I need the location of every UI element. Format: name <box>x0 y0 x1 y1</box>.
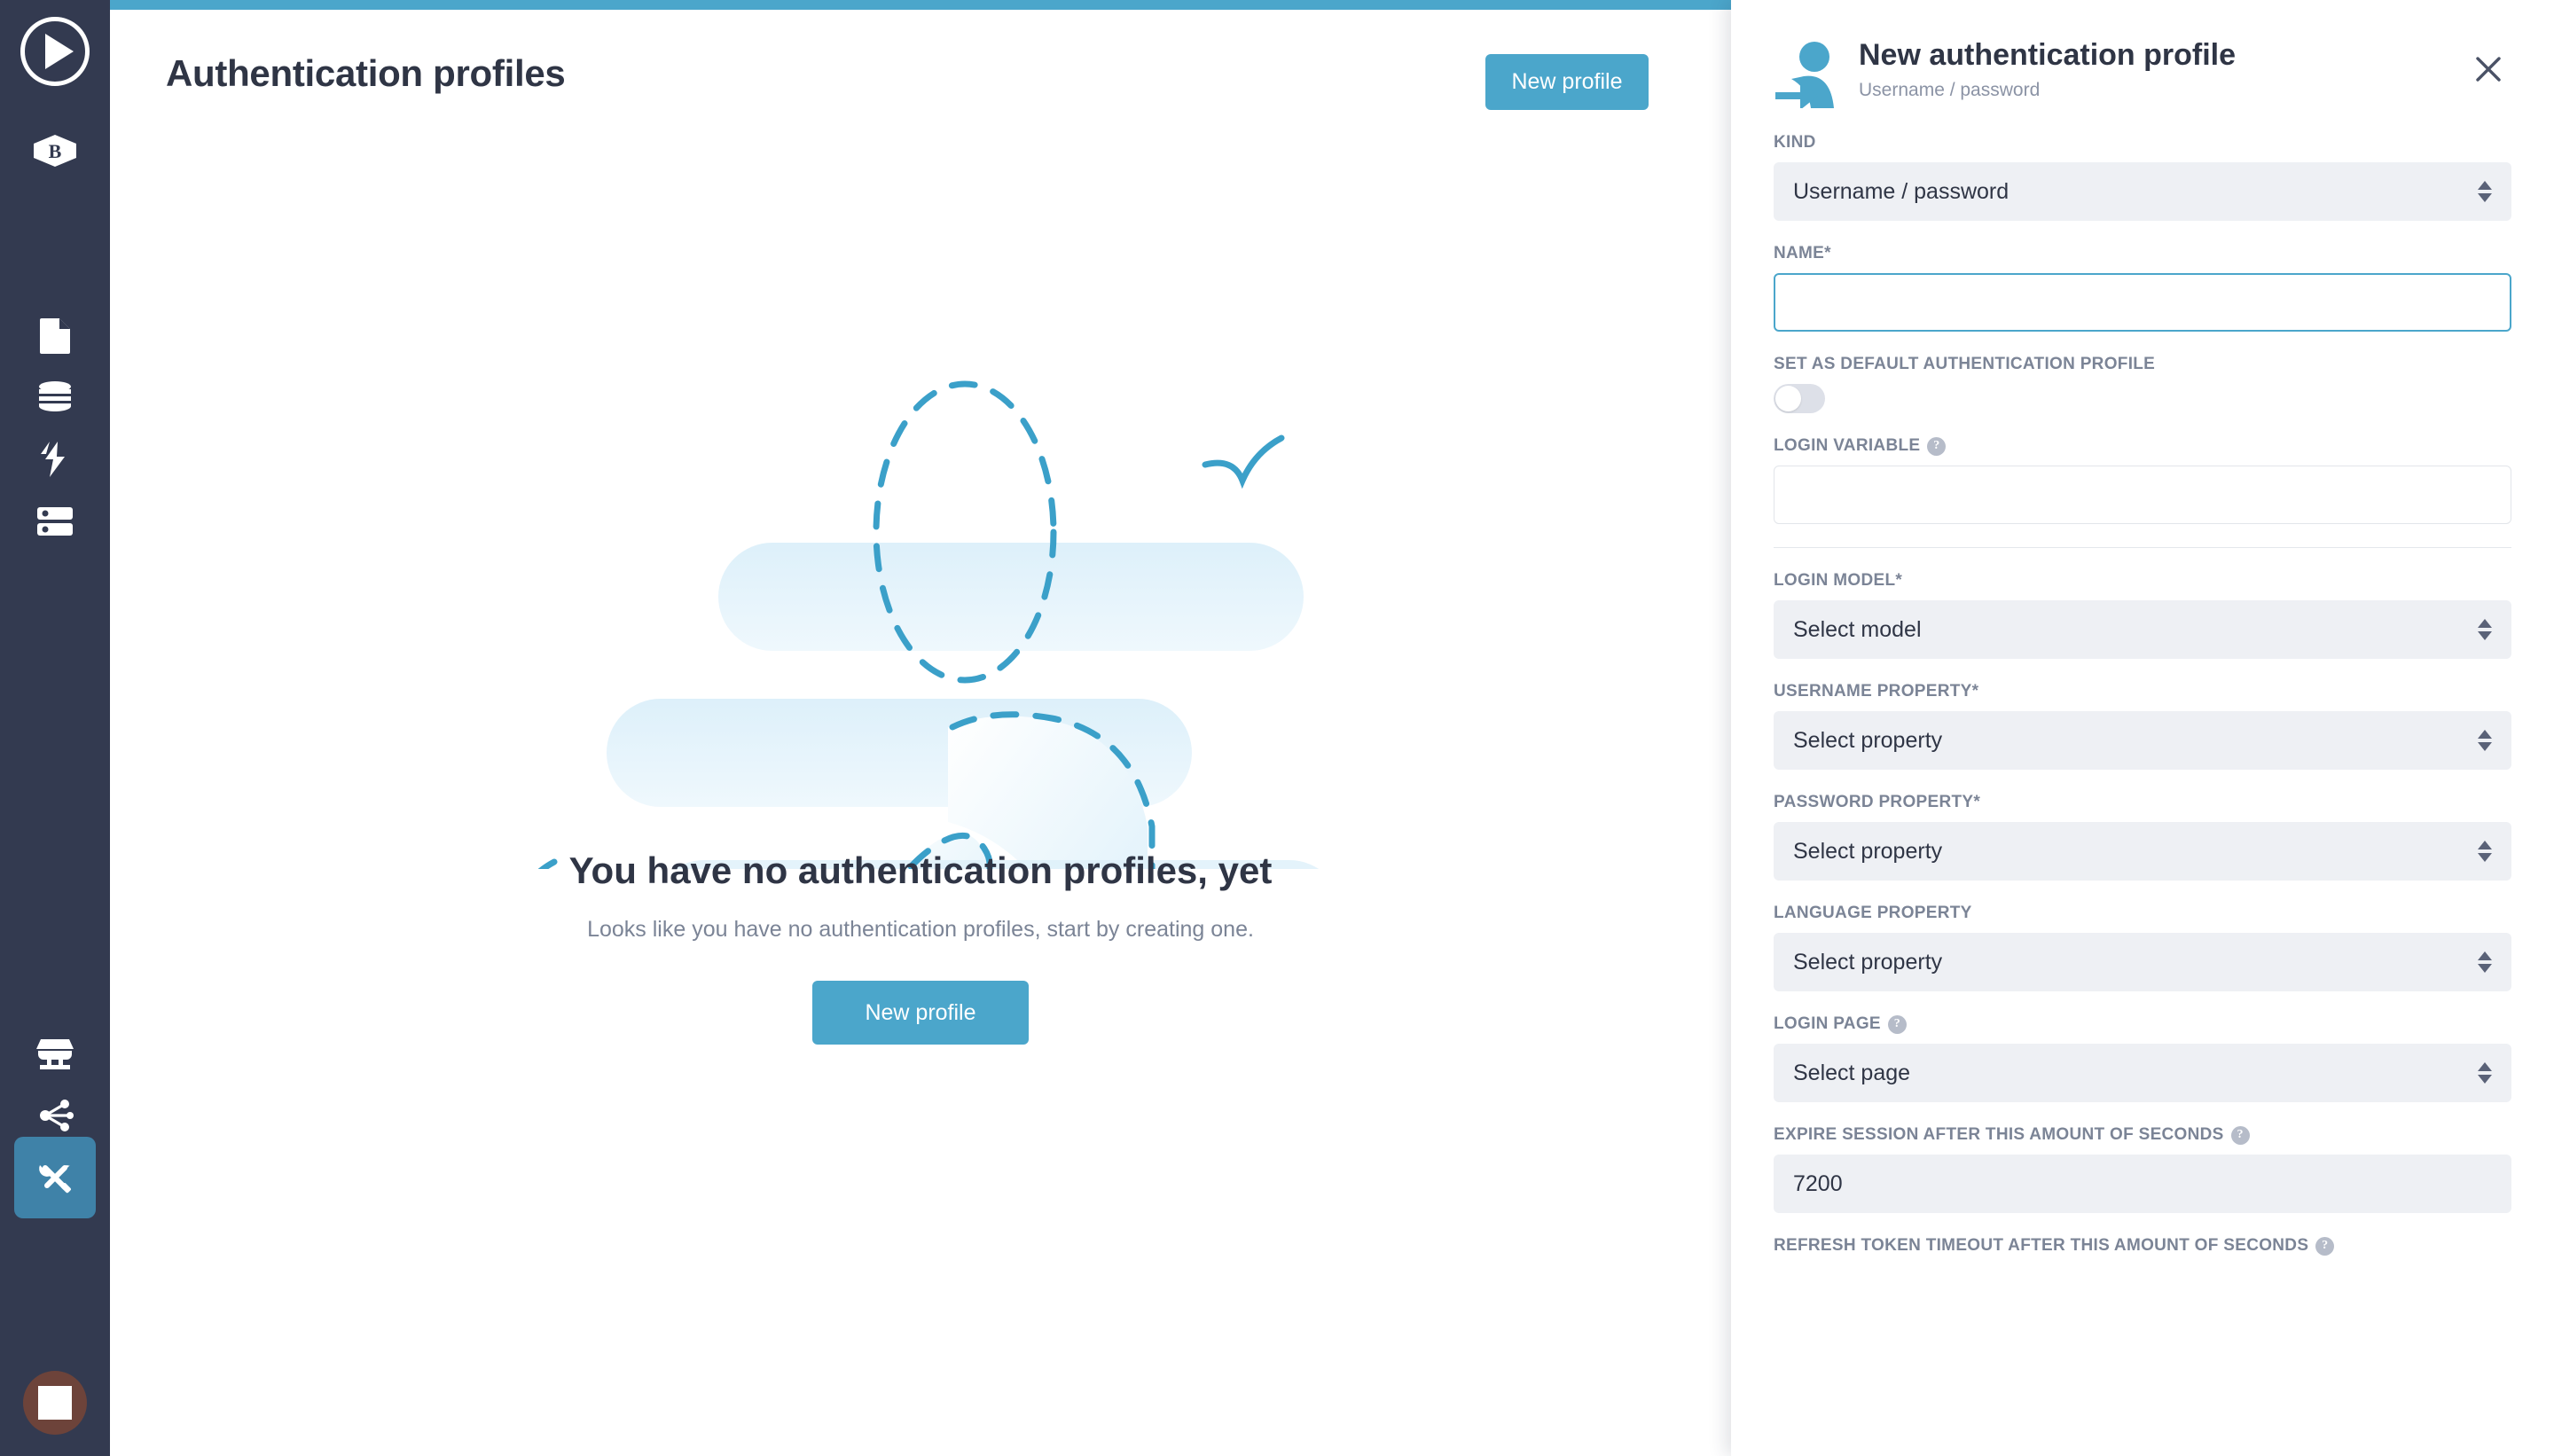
new-authentication-profile-panel: New authentication profile Username / pa… <box>1731 0 2554 1456</box>
top-accent-bar <box>110 0 1731 10</box>
label-login-variable: LOGIN VARIABLE ? <box>1774 436 2511 456</box>
label-refresh-token-text: REFRESH TOKEN TIMEOUT AFTER THIS AMOUNT … <box>1774 1236 2309 1255</box>
page-header: Authentication profiles New profile <box>110 10 1731 134</box>
login-model-value: Select model <box>1793 616 1922 642</box>
username-property-select[interactable]: Select property <box>1774 711 2511 770</box>
empty-state: You have no authentication profiles, yet… <box>110 293 1731 1045</box>
panel-subtitle: Username / password <box>1859 80 2041 101</box>
empty-state-illustration <box>537 380 1320 869</box>
avatar-glyph <box>38 1386 72 1420</box>
chevron-updown-icon <box>2478 841 2492 862</box>
login-page-value: Select page <box>1793 1060 1911 1085</box>
sidebar-item-tools[interactable] <box>14 1137 96 1218</box>
field-kind: KIND Username / password <box>1774 133 2511 221</box>
login-model-select[interactable]: Select model <box>1774 600 2511 659</box>
label-expire-session-text: EXPIRE SESSION AFTER THIS AMOUNT OF SECO… <box>1774 1125 2224 1144</box>
label-login-variable-text: LOGIN VARIABLE <box>1774 436 1921 455</box>
label-login-page: LOGIN PAGE ? <box>1774 1014 2511 1034</box>
help-icon[interactable]: ? <box>1927 436 1947 456</box>
profile-form: KIND Username / password NAME* SET AS DE… <box>1731 133 2554 1301</box>
pages-icon <box>40 318 70 354</box>
panel-header: New authentication profile Username / pa… <box>1731 0 2554 133</box>
sidebar-item-brand[interactable]: B <box>14 110 96 192</box>
login-user-icon <box>1775 42 1834 108</box>
actions-icon <box>41 442 65 477</box>
brand-b-icon: B <box>34 135 76 167</box>
panel-title: New authentication profile <box>1859 38 2237 72</box>
chevron-updown-icon <box>2478 619 2492 640</box>
label-login-page-text: LOGIN PAGE <box>1774 1014 1881 1033</box>
new-profile-button-header[interactable]: New profile <box>1485 54 1649 110</box>
login-variable-input[interactable] <box>1774 466 2511 524</box>
language-property-select[interactable]: Select property <box>1774 933 2511 991</box>
chevron-updown-icon <box>2478 730 2492 751</box>
label-username-property: USERNAME PROPERTY* <box>1774 682 1979 701</box>
toggle-knob <box>1775 386 1801 411</box>
label-name: NAME* <box>1774 244 1831 262</box>
field-name: NAME* <box>1774 244 2511 332</box>
help-icon[interactable]: ? <box>2230 1125 2250 1145</box>
field-password-property: PASSWORD PROPERTY* Select property <box>1774 793 2511 881</box>
field-set-default: SET AS DEFAULT AUTHENTICATION PROFILE <box>1774 355 2511 413</box>
label-language-property: LANGUAGE PROPERTY <box>1774 904 1972 922</box>
language-property-value: Select property <box>1793 949 1943 975</box>
name-input[interactable] <box>1774 273 2511 332</box>
label-refresh-token: REFRESH TOKEN TIMEOUT AFTER THIS AMOUNT … <box>1774 1236 2511 1256</box>
user-avatar[interactable] <box>23 1371 87 1435</box>
sidebar-item-servers[interactable] <box>14 481 96 562</box>
label-login-model: LOGIN MODEL* <box>1774 571 1903 590</box>
field-username-property: USERNAME PROPERTY* Select property <box>1774 682 2511 770</box>
page-title: Authentication profiles <box>166 52 566 94</box>
integrations-icon <box>40 1100 74 1131</box>
chevron-updown-icon <box>2478 1062 2492 1084</box>
label-password-property: PASSWORD PROPERTY* <box>1774 793 1981 811</box>
database-icon <box>39 381 71 411</box>
app-root: B Authentication profiles New profile Yo… <box>0 0 2554 1456</box>
play-logo-icon <box>20 17 90 86</box>
expire-session-input[interactable]: 7200 <box>1774 1155 2511 1213</box>
marketplace-icon <box>36 1039 74 1069</box>
help-icon[interactable]: ? <box>1887 1014 1907 1034</box>
username-property-value: Select property <box>1793 727 1943 753</box>
field-language-property: LANGUAGE PROPERTY Select property <box>1774 904 2511 991</box>
servers-icon <box>37 507 73 536</box>
label-kind: KIND <box>1774 133 1816 152</box>
empty-state-title: You have no authentication profiles, yet <box>568 849 1273 891</box>
kind-select-value: Username / password <box>1793 178 2010 204</box>
field-expire-session: EXPIRE SESSION AFTER THIS AMOUNT OF SECO… <box>1774 1125 2511 1213</box>
field-refresh-token: REFRESH TOKEN TIMEOUT AFTER THIS AMOUNT … <box>1774 1236 2511 1256</box>
empty-state-subtitle: Looks like you have no authentication pr… <box>587 917 1254 942</box>
left-sidebar: B <box>0 0 110 1456</box>
field-login-variable: LOGIN VARIABLE ? <box>1774 436 2511 524</box>
new-profile-button-empty[interactable]: New profile <box>812 981 1029 1045</box>
svg-text:B: B <box>49 140 62 162</box>
close-icon <box>2476 57 2501 82</box>
field-login-page: LOGIN PAGE ? Select page <box>1774 1014 2511 1102</box>
tools-icon <box>39 1165 71 1194</box>
password-property-select[interactable]: Select property <box>1774 822 2511 881</box>
label-set-default: SET AS DEFAULT AUTHENTICATION PROFILE <box>1774 355 2156 373</box>
set-default-toggle[interactable] <box>1774 384 1825 413</box>
close-button[interactable] <box>2471 51 2506 87</box>
kind-select[interactable]: Username / password <box>1774 162 2511 221</box>
field-login-model: LOGIN MODEL* Select model <box>1774 571 2511 659</box>
help-icon[interactable]: ? <box>2315 1236 2335 1256</box>
form-divider <box>1774 547 2511 548</box>
main-content: Authentication profiles New profile You … <box>110 0 1731 1456</box>
chevron-updown-icon <box>2478 181 2492 202</box>
chevron-updown-icon <box>2478 951 2492 973</box>
app-logo[interactable] <box>14 11 96 92</box>
password-property-value: Select property <box>1793 838 1943 864</box>
expire-session-placeholder: 7200 <box>1793 1170 1843 1196</box>
label-expire-session: EXPIRE SESSION AFTER THIS AMOUNT OF SECO… <box>1774 1125 2511 1145</box>
login-page-select[interactable]: Select page <box>1774 1044 2511 1102</box>
